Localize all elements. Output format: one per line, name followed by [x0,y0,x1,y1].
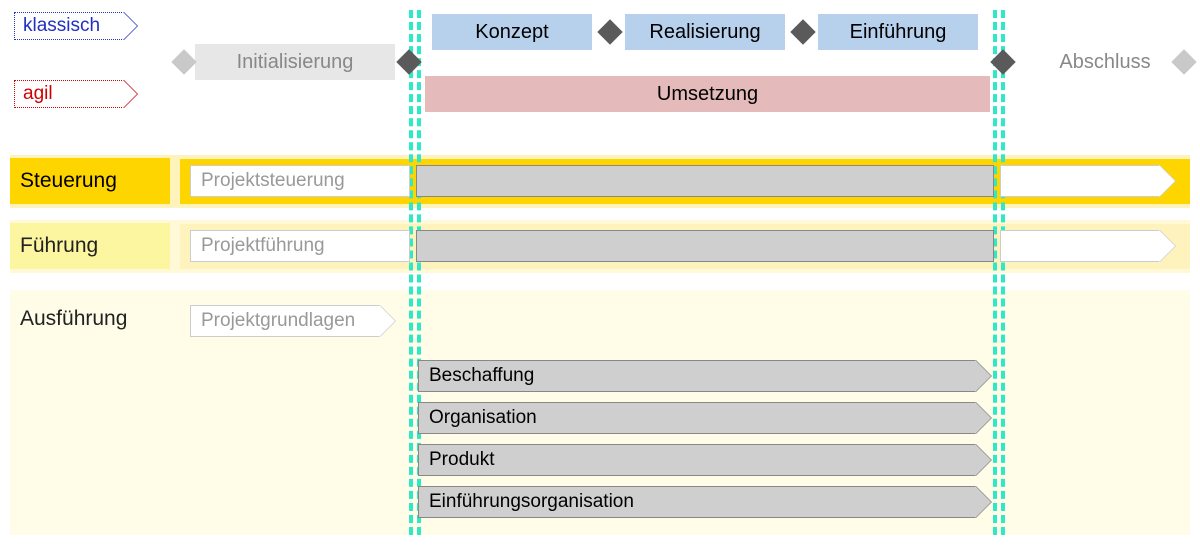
bar-einfuehrungsorganisation: Einführungsorganisation [418,486,976,518]
bar-projektfuehrung-pre: Projektführung [190,230,410,262]
phase-konzept: Konzept [432,14,592,50]
milestone-konzept-end [597,19,622,44]
phase-einfuehrung: Einführung [818,14,978,50]
phase-divider-right-b [1001,10,1005,535]
bar-beschaffung: Beschaffung [418,360,976,392]
phase-initialisierung: Initialisierung [195,44,395,80]
bar-projektgrundlagen: Projektgrundlagen [190,305,380,337]
bar-organisation: Organisation [418,402,976,434]
lane-label-steuerung: Steuerung [10,158,170,204]
bar-projektsteuerung-pre: Projektsteuerung [190,165,410,197]
phase-realisierung: Realisierung [625,14,785,50]
bar-projektsteuerung-main [416,165,994,197]
phase-divider-left-a [409,10,413,535]
milestone-start [171,49,196,74]
diagram-canvas: klassisch agil Initialisierung Konzept R… [0,0,1200,545]
lane-label-ausfuehrung: Ausführung [10,296,170,342]
phase-umsetzung: Umsetzung [425,76,990,112]
bar-produkt: Produkt [418,444,976,476]
bar-projektfuehrung-post [1000,230,1160,262]
tag-klassisch: klassisch [14,12,124,40]
bar-projektsteuerung-post [1000,165,1160,197]
milestone-abschluss-end [1171,49,1196,74]
tag-agil: agil [14,80,124,108]
phase-divider-right-a [993,10,997,535]
milestone-realisierung-end [790,19,815,44]
phase-abschluss: Abschluss [1035,44,1175,80]
lane-label-fuehrung: Führung [10,223,170,269]
bar-projektfuehrung-main [416,230,994,262]
